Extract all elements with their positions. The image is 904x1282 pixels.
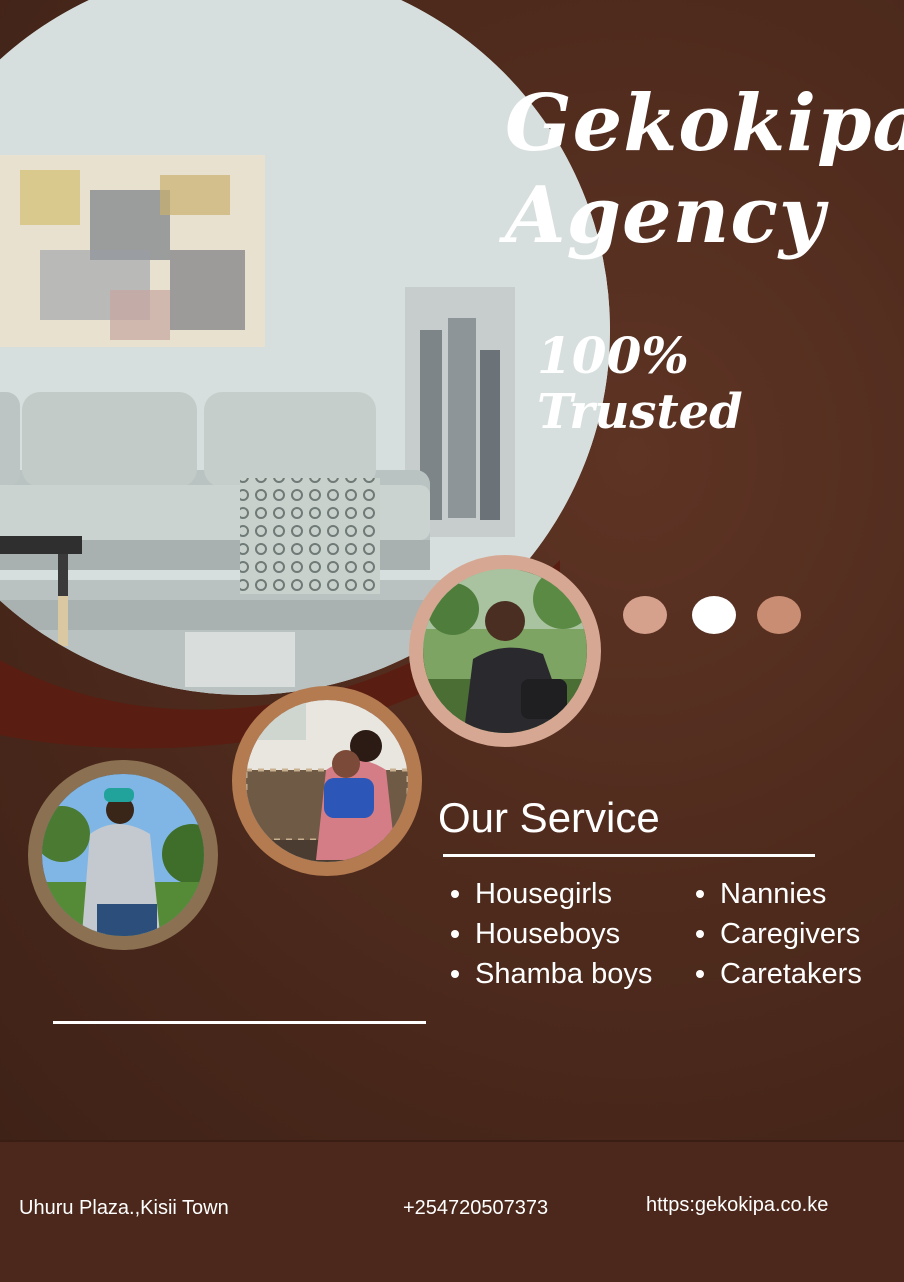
footer-phone[interactable]: +254720507373: [403, 1197, 548, 1220]
photo-young-man-gardening: [409, 555, 601, 747]
services-heading: Our Service: [438, 794, 660, 841]
decorative-dot-1: [623, 596, 667, 634]
photo-woman-in-field: [28, 760, 218, 950]
decorative-divider: [53, 1021, 426, 1024]
list-item: Caregivers: [693, 914, 862, 954]
list-item: Caretakers: [693, 954, 862, 994]
bullet-icon: [451, 970, 459, 978]
bullet-icon: [696, 890, 704, 898]
bullet-icon: [696, 970, 704, 978]
bullet-icon: [696, 930, 704, 938]
list-item: Housegirls: [448, 874, 652, 914]
photo-mother-with-baby: [232, 686, 422, 876]
agency-name-line1: Gekokipa: [505, 78, 904, 169]
trust-percent: 100%: [537, 326, 689, 385]
list-item: Shamba boys: [448, 954, 652, 994]
agency-name-line2: Agency: [505, 170, 826, 261]
footer-website-link[interactable]: https:gekokipa.co.ke: [646, 1194, 828, 1217]
services-list-left: Housegirls Houseboys Shamba boys: [448, 874, 652, 994]
decorative-dot-3: [757, 596, 801, 634]
bullet-icon: [451, 930, 459, 938]
list-item: Nannies: [693, 874, 862, 914]
trust-badge: 100% Trusted: [537, 326, 743, 441]
list-item: Houseboys: [448, 914, 652, 954]
agency-name: Gekokipa Agency: [505, 78, 904, 262]
decorative-dot-2: [692, 596, 736, 634]
footer-address: Uhuru Plaza.,Kisii Town: [19, 1197, 229, 1219]
bullet-icon: [451, 890, 459, 898]
services-list-right: Nannies Caregivers Caretakers: [693, 874, 862, 994]
trust-label: Trusted: [537, 384, 743, 440]
services-divider: [443, 854, 815, 857]
contact-footer: Uhuru Plaza.,Kisii Town +254720507373 ht…: [0, 1140, 904, 1282]
